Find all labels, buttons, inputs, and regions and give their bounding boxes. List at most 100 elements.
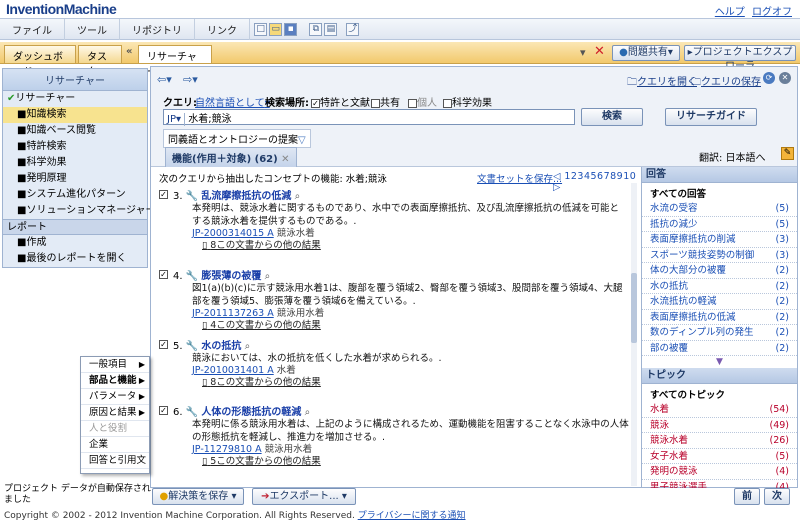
topic-item[interactable]: 発明の競泳 (4) [642,464,797,480]
new-doc-icon[interactable]: □ [254,23,268,36]
menu-repository[interactable]: リポジトリ [120,19,195,40]
result-title[interactable]: 乱流摩擦抵抗の低減 [201,191,291,202]
more-results-link[interactable]: 4この文書からの他の結果 [210,320,321,331]
save-query-link[interactable]: 🗀クエリの保存 [691,73,761,92]
magnifier-icon[interactable]: ⌕ [305,407,311,418]
result-checkbox[interactable]: ✓ [159,340,168,349]
close-icon[interactable]: ✕ [281,154,289,165]
open-folder-icon[interactable]: ▭ [269,23,283,36]
more-results-link[interactable]: 5この文書からの他の結果 [210,456,321,467]
all-topics-label[interactable]: すべてのトピック [642,384,797,402]
menu-link[interactable]: リンク [195,19,250,40]
menu-file[interactable]: ファイル [0,19,65,40]
patent-id-link[interactable]: JP-2010031401 A [192,365,274,376]
save-docset-link[interactable]: 文書セットを保存... [477,171,562,185]
result-title[interactable]: 膨張薄の被覆 [201,271,261,282]
checkbox-patents[interactable]: ✓特許と文献 [311,94,370,109]
patent-id-link[interactable]: JP-11279810 A [192,444,262,455]
refresh-icon[interactable]: ⟳ [763,72,775,84]
all-answers-label[interactable]: すべての回答 [642,183,797,201]
answer-item[interactable]: 体の大部分の被覆 (2) [642,263,797,279]
sidebar-item-evolution-patterns[interactable]: ■システム進化パターン [3,187,147,203]
topic-item[interactable]: 競泳 (49) [642,418,797,433]
back-icon[interactable]: ⇦▾ [157,73,172,86]
tab-researcher[interactable]: リサーチャー × [138,45,212,78]
collapse-chevron-icon[interactable]: « [126,46,132,57]
sidebar-item-create[interactable]: ■作成 [3,235,147,251]
close-circle-icon[interactable]: ✕ [779,72,791,84]
next-button[interactable]: 次 [764,488,790,505]
sidebar-item-researcher[interactable]: ✔リサーチャー [3,91,147,107]
context-menu-item[interactable]: 原因と結果 ▶ [81,405,149,421]
research-guide-button[interactable]: リサーチガイド [665,108,757,126]
magnifier-icon[interactable]: ⌕ [245,341,251,352]
answer-item[interactable]: スポーツ競技姿勢の制御 (3) [642,248,797,263]
magnifier-icon[interactable]: ⌕ [265,271,271,282]
result-title[interactable]: 水の抵抗 [201,341,241,352]
answer-item[interactable]: 抵抗の減少 (5) [642,217,797,232]
sidebar-item-inventive-principles[interactable]: ■発明原理 [3,171,147,187]
answer-item[interactable]: 表面摩擦抵抗の削減 (3) [642,232,797,248]
context-menu-item[interactable]: パラメータ ▶ [81,389,149,405]
export-icon[interactable]: ⤴ [346,23,360,36]
checkbox-personal[interactable]: 個人 [408,94,437,109]
more-results-link[interactable]: 8この文書からの他の結果 [210,377,321,388]
close-red-icon[interactable]: ✕ [594,44,605,59]
query-mode-dropdown[interactable]: 自然言語として▾ [195,94,270,109]
context-menu-item[interactable]: 企業 [81,437,149,453]
answer-item[interactable]: 水流の受容 (5) [642,201,797,217]
tab-task[interactable]: タスク [78,45,122,78]
result-title[interactable]: 人体の形態抵抗の軽減 [201,407,301,418]
context-menu-item[interactable]: 部品と機能 ▶ [81,373,149,389]
more-results-link[interactable]: 8この文書からの他の結果 [210,240,321,251]
magnifier-icon[interactable]: ⌕ [295,191,301,202]
results-tab[interactable]: 機能(作用＋対象) (62) ✕ [165,147,297,167]
open-query-link[interactable]: 🗀クエリを開く [627,73,697,92]
suggest-synonyms[interactable]: 同義語とオントロジーの提案▽ [163,129,311,148]
forward-icon[interactable]: ⇨▾ [183,73,198,86]
result-checkbox[interactable]: ✓ [159,270,168,279]
save-solution-button[interactable]: ●解決策を保存 ▾ [152,488,244,505]
query-input[interactable]: JP▾ 水着;競泳 [163,109,575,126]
help-link[interactable]: ヘルプ [715,7,745,18]
save-icon[interactable]: ▪ [284,23,298,36]
results-scrollbar[interactable] [631,183,637,486]
context-menu-item[interactable]: 回答と引用文 [81,453,149,469]
topic-item[interactable]: 競泳水着 (26) [642,433,797,449]
result-checkbox[interactable]: ✓ [159,190,168,199]
sidebar-item-science-effects[interactable]: ■科学効果 [3,155,147,171]
sidebar-item-open-last-report[interactable]: ■最後のレポートを開く [3,251,147,267]
share-issue-button[interactable]: ●問題共有▾ [612,45,680,61]
sidebar-item-knowledge-search[interactable]: ■知識検索 [3,107,147,123]
answer-item[interactable]: 表面摩擦抵抗の低減 (2) [642,310,797,325]
paste-icon[interactable]: ▤ [324,23,338,36]
scrollbar-thumb[interactable] [631,273,637,343]
expand-arrow-icon[interactable]: ▼ [642,356,797,368]
tab-dashboard[interactable]: ダッシュボード [4,45,76,78]
sidebar-item-patent-search[interactable]: ■特許検索 [3,139,147,155]
logoff-link[interactable]: ログオフ [752,7,792,18]
menu-tools[interactable]: ツール [65,19,120,40]
search-button[interactable]: 検索 [581,108,643,126]
project-explorer-button[interactable]: ▸プロジェクトエクスプローラ [684,45,796,72]
context-menu-item[interactable]: 一般項目 ▶ [81,357,149,373]
language-selector[interactable]: JP▾ [164,113,186,126]
answer-item[interactable]: 水の抵抗 (2) [642,279,797,294]
checkbox-shared[interactable]: 共有 [371,94,400,109]
topic-item[interactable]: 水着 (54) [642,402,797,418]
checkbox-science[interactable]: 科学効果 [443,94,492,109]
answer-item[interactable]: 水流抵抗の軽減 (2) [642,294,797,310]
answer-item[interactable]: 数のディンプル列の発生 (2) [642,325,797,341]
patent-id-link[interactable]: JP-2000314015 A [192,228,274,239]
pin-icon[interactable]: ▾ [580,46,586,59]
sidebar-item-solution-manager[interactable]: ■ソリューションマネージャー [3,203,156,219]
patent-id-link[interactable]: JP-2011137263 A [192,308,274,319]
export-button[interactable]: ➔エクスポート... ▾ [252,488,356,505]
pencil-icon[interactable]: ✎ [781,147,794,160]
copy-icon[interactable]: ⧉ [309,23,323,36]
prev-button[interactable]: 前 [734,488,760,505]
answer-item[interactable]: 部の被覆 (2) [642,341,797,356]
sidebar-item-knowledge-browse[interactable]: ■知識ベース閲覧 [3,123,147,139]
topic-item[interactable]: 女子水着 (5) [642,449,797,464]
result-checkbox[interactable]: ✓ [159,406,168,415]
